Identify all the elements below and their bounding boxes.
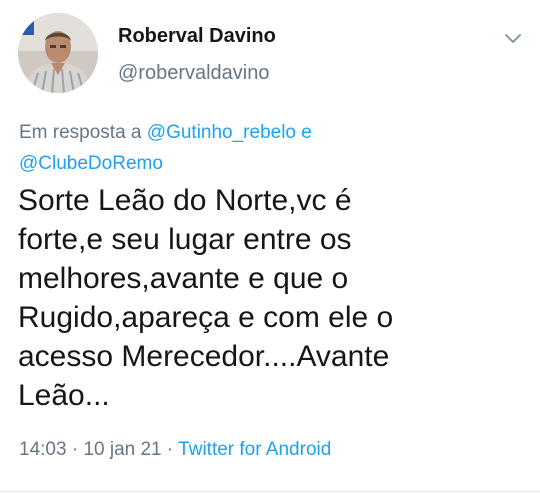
profile-photo-icon <box>18 13 98 93</box>
reply-conjunction: e <box>301 122 312 143</box>
author-handle[interactable]: @robervaldavino <box>118 62 270 85</box>
tweet-date[interactable]: 10 jan 21 <box>83 439 161 460</box>
chevron-down-icon[interactable] <box>500 26 526 52</box>
tweet-metadata: 14:03 · 10 jan 21 · Twitter for Android <box>19 439 331 461</box>
meta-separator: · <box>71 439 79 460</box>
divider <box>0 491 540 492</box>
meta-separator: · <box>166 439 174 460</box>
reply-mention-link[interactable]: @Gutinho_rebelo <box>147 122 296 143</box>
avatar[interactable] <box>18 13 98 93</box>
tweet-source-link[interactable]: Twitter for Android <box>178 439 331 460</box>
author-display-name[interactable]: Roberval Davino <box>118 25 276 48</box>
tweet-text: Sorte Leão do Norte,vc é forte,e seu lug… <box>18 184 394 412</box>
reply-mention-link[interactable]: @ClubeDoRemo <box>19 153 163 174</box>
reply-context: Em resposta a @Gutinho_rebelo e @ClubeDo… <box>19 117 459 179</box>
tweet-card: Roberval Davino @robervaldavino Em respo… <box>0 0 540 499</box>
tweet-time[interactable]: 14:03 <box>19 439 67 460</box>
reply-prefix: Em resposta a <box>19 122 142 143</box>
